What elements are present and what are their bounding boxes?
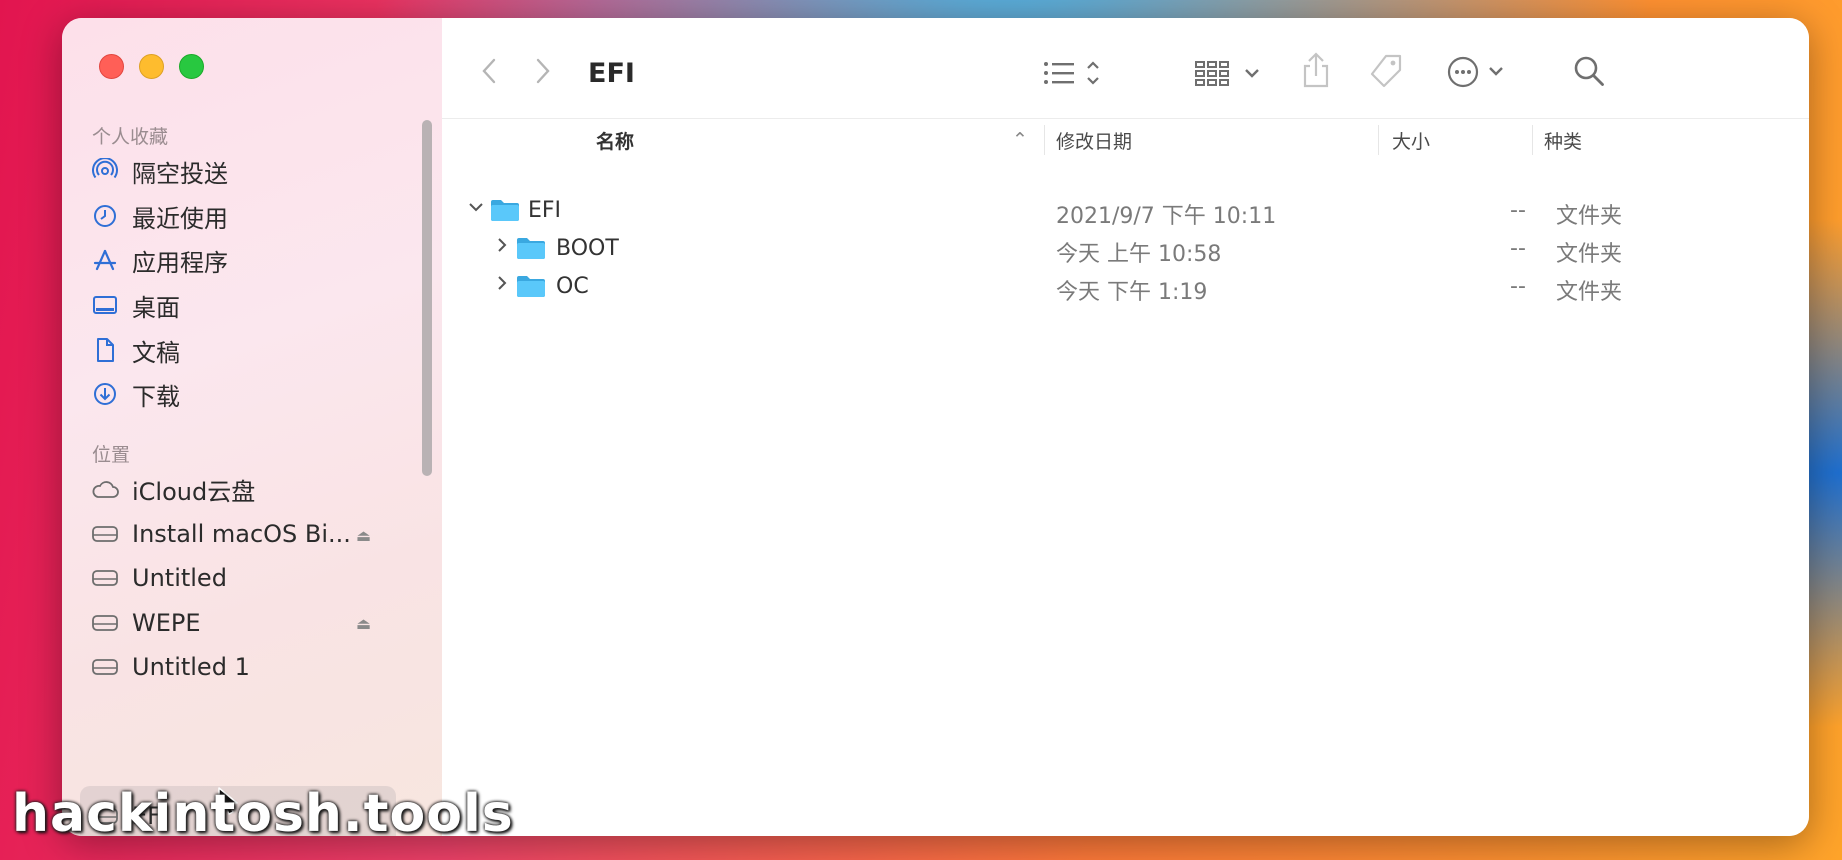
clock-icon xyxy=(90,203,120,229)
desktop-icon xyxy=(90,292,120,318)
disclosure-collapsed-icon[interactable] xyxy=(494,275,510,296)
sidebar-item-recents[interactable]: 最近使用 xyxy=(90,194,450,238)
table-row[interactable]: BOOT 今天 上午 10:58 -- 文件夹 xyxy=(442,234,1809,267)
file-name: OC xyxy=(556,274,589,299)
file-modified: 今天 上午 10:58 xyxy=(1056,242,1222,267)
eject-icon[interactable]: ⏏ xyxy=(356,614,371,633)
sidebar-item-documents[interactable]: 文稿 xyxy=(90,328,450,372)
list-view-icon[interactable] xyxy=(1042,58,1106,92)
toolbar: EFI xyxy=(442,18,1809,118)
window-controls xyxy=(99,54,204,79)
file-size: -- xyxy=(1510,236,1526,261)
folder-icon xyxy=(516,274,546,304)
cloud-icon xyxy=(90,478,120,500)
chevron-left-icon[interactable] xyxy=(480,56,500,90)
file-kind: 文件夹 xyxy=(1556,242,1623,267)
column-divider[interactable] xyxy=(1044,125,1045,155)
file-kind: 文件夹 xyxy=(1556,280,1623,305)
sidebar-item-label: 应用程序 xyxy=(132,248,228,277)
sidebar-item-airdrop[interactable]: 隔空投送 xyxy=(90,149,450,193)
sidebar-item-label: WEPE xyxy=(132,609,201,637)
file-size: -- xyxy=(1510,198,1526,223)
minimize-button[interactable] xyxy=(139,54,164,79)
eject-icon[interactable]: ⏏ xyxy=(356,526,371,545)
window-title: EFI xyxy=(588,58,635,89)
favorites-header: 个人收藏 xyxy=(92,126,169,148)
sidebar-item-label: Install macOS Bi... xyxy=(132,520,351,548)
sidebar-scrollbar[interactable] xyxy=(422,120,432,476)
drive-icon xyxy=(90,524,120,544)
table-row[interactable]: EFI 2021/9/7 下午 10:11 -- 文件夹 xyxy=(442,196,1809,229)
sidebar-item-desktop[interactable]: 桌面 xyxy=(90,283,450,327)
column-divider[interactable] xyxy=(1378,125,1379,155)
sidebar-item-label: Untitled xyxy=(132,564,227,592)
search-icon[interactable] xyxy=(1572,54,1606,92)
file-name: BOOT xyxy=(556,236,619,261)
folder-icon xyxy=(490,198,520,228)
folder-icon xyxy=(516,236,546,266)
zoom-button[interactable] xyxy=(179,54,204,79)
column-size[interactable]: 大小 xyxy=(1392,127,1430,154)
sidebar-item-untitled[interactable]: Untitled xyxy=(90,556,450,600)
chevron-right-icon[interactable] xyxy=(532,56,552,90)
sidebar-item-label: 文稿 xyxy=(132,338,180,367)
file-size: -- xyxy=(1510,274,1526,299)
column-kind[interactable]: 种类 xyxy=(1544,127,1582,154)
sidebar: 个人收藏 隔空投送 最近使用 应用程序 桌面 文稿 下载 位置 iCloud云盘… xyxy=(62,18,443,836)
close-button[interactable] xyxy=(99,54,124,79)
finder-window: 个人收藏 隔空投送 最近使用 应用程序 桌面 文稿 下载 位置 iCloud云盘… xyxy=(62,18,1809,836)
sort-ascending-icon[interactable]: ⌃ xyxy=(1012,129,1028,151)
ellipsis-circle-icon[interactable] xyxy=(1446,54,1510,94)
drive-icon xyxy=(90,657,120,677)
sidebar-item-downloads[interactable]: 下载 xyxy=(90,372,450,416)
locations-header: 位置 xyxy=(92,444,131,466)
sidebar-item-wepe[interactable]: WEPE xyxy=(90,601,450,645)
column-header: 名称 ⌃ 修改日期 大小 种类 xyxy=(442,118,1809,161)
grid-group-icon[interactable] xyxy=(1194,58,1266,92)
sidebar-item-applications[interactable]: 应用程序 xyxy=(90,238,450,282)
column-modified[interactable]: 修改日期 xyxy=(1056,127,1132,154)
download-icon xyxy=(90,381,120,407)
main-pane: EFI 名称 ⌃ 修改日期 大小 种类 EFI 2021/9/7 下午 10:1… xyxy=(442,18,1809,836)
sidebar-item-label: iCloud云盘 xyxy=(132,477,256,506)
watermark: hackintosh.tools xyxy=(12,784,514,844)
sidebar-item-label: 下载 xyxy=(132,382,180,411)
file-modified: 今天 下午 1:19 xyxy=(1056,280,1208,305)
sidebar-item-label: 最近使用 xyxy=(132,204,228,233)
document-icon xyxy=(90,337,120,363)
column-name[interactable]: 名称 xyxy=(596,127,634,154)
sidebar-item-icloud[interactable]: iCloud云盘 xyxy=(90,467,450,511)
sidebar-item-label: 桌面 xyxy=(132,293,180,322)
file-modified: 2021/9/7 下午 10:11 xyxy=(1056,204,1277,229)
table-row[interactable]: OC 今天 下午 1:19 -- 文件夹 xyxy=(442,272,1809,305)
drive-icon xyxy=(90,568,120,588)
disclosure-expanded-icon[interactable] xyxy=(468,199,484,220)
disclosure-collapsed-icon[interactable] xyxy=(494,237,510,258)
file-name: EFI xyxy=(528,198,562,223)
sidebar-item-install-macos[interactable]: Install macOS Bi... xyxy=(90,512,450,556)
applications-icon xyxy=(90,247,120,273)
sidebar-item-untitled-1[interactable]: Untitled 1 xyxy=(90,645,450,689)
column-divider[interactable] xyxy=(1532,125,1533,155)
share-icon[interactable] xyxy=(1300,50,1332,94)
sidebar-item-label: Untitled 1 xyxy=(132,653,250,681)
airdrop-icon xyxy=(90,158,120,184)
sidebar-item-label: 隔空投送 xyxy=(132,159,228,188)
tag-icon[interactable] xyxy=(1366,52,1406,96)
drive-icon xyxy=(90,613,120,633)
file-kind: 文件夹 xyxy=(1556,204,1623,229)
